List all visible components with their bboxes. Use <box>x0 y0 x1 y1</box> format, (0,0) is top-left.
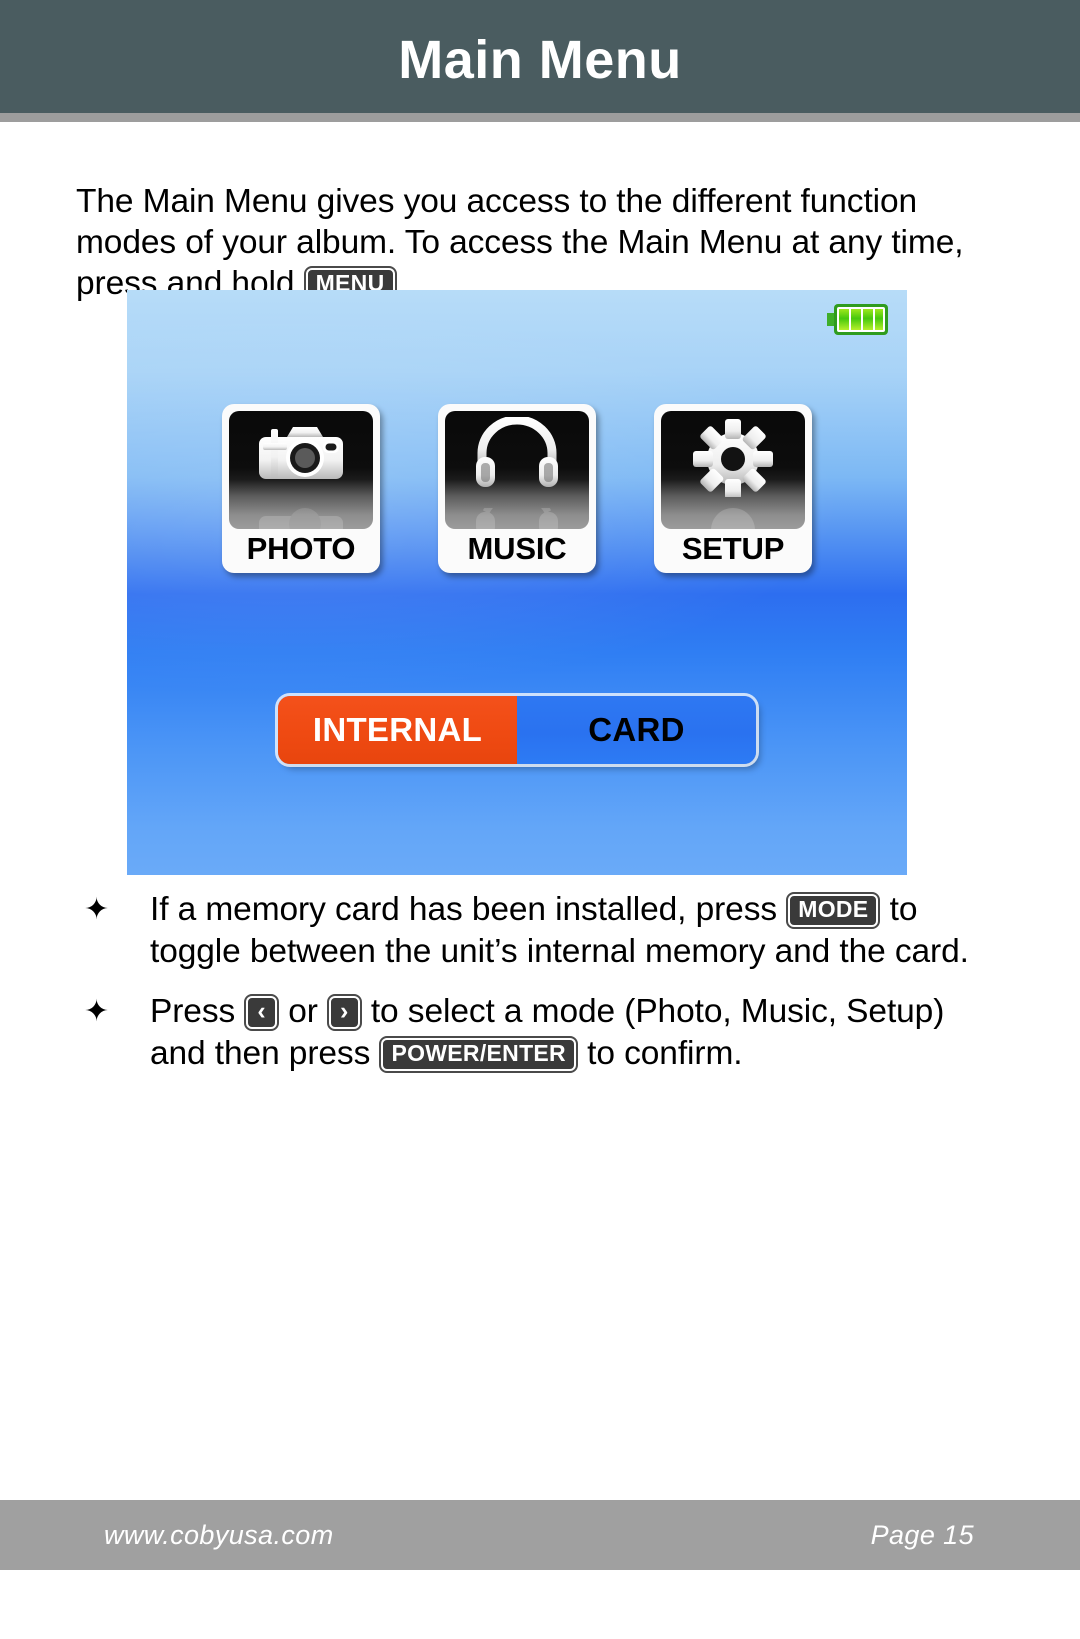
setup-tile-artwork <box>661 411 805 529</box>
header-divider <box>0 113 1080 122</box>
gear-icon <box>691 417 775 502</box>
bullet1-text-a: If a memory card has been installed, pre… <box>150 891 787 928</box>
bullet-star-icon: ✦ <box>84 995 110 1028</box>
bullet2-text-b: or <box>278 993 327 1030</box>
instruction-list: ✦ If a memory card has been installed, p… <box>76 889 976 1093</box>
intro-paragraph: The Main Menu gives you access to the di… <box>76 181 966 304</box>
key-badge-left-arrow: ‹ <box>244 994 279 1031</box>
page-title: Main Menu <box>398 29 682 90</box>
mode-tile-setup[interactable]: SETUP <box>654 404 812 573</box>
storage-source-toggle[interactable]: INTERNAL CARD <box>278 696 756 764</box>
headphones-icon <box>472 415 562 496</box>
camera-icon <box>253 417 349 494</box>
bullet2-text-d: to confirm. <box>577 1035 743 1072</box>
intro-text-part1: The Main Menu gives you access to the di… <box>76 182 964 302</box>
list-item-text: Press ‹ or › to select a mode (Photo, Mu… <box>150 991 976 1075</box>
list-item: ✦ Press ‹ or › to select a mode (Photo, … <box>76 991 976 1075</box>
footer-website: www.cobyusa.com <box>104 1519 334 1550</box>
key-badge-power-enter: POWER/ENTER <box>379 1036 578 1073</box>
mode-tile-label-photo: PHOTO <box>246 531 356 566</box>
page-header: Main Menu <box>0 0 1080 113</box>
gear-icon-reflection <box>691 503 775 529</box>
page-footer: www.cobyusa.com Page 15 <box>0 1500 1080 1570</box>
key-badge-right-arrow: › <box>327 994 362 1031</box>
list-item-text: If a memory card has been installed, pre… <box>150 889 976 973</box>
footer-page-number: Page 15 <box>870 1519 974 1550</box>
mode-tile-music[interactable]: MUSIC <box>438 404 596 573</box>
mode-tile-photo[interactable]: PHOTO <box>222 404 380 573</box>
toggle-option-internal[interactable]: INTERNAL <box>278 696 517 764</box>
photo-tile-artwork <box>229 411 373 529</box>
battery-full-icon <box>827 303 889 336</box>
list-item: ✦ If a memory card has been installed, p… <box>76 889 976 973</box>
key-badge-mode: MODE <box>786 892 881 929</box>
mode-tile-row: PHOTO MUSIC SETUP <box>127 404 907 573</box>
mode-tile-label-setup: SETUP <box>681 531 785 566</box>
toggle-option-card[interactable]: CARD <box>517 696 756 764</box>
bullet2-text-a: Press <box>150 993 245 1030</box>
camera-icon-reflection <box>253 503 349 529</box>
device-screen-screenshot: PHOTO MUSIC SETUP INTERNAL CARD <box>127 290 907 875</box>
mode-tile-label-music: MUSIC <box>467 531 567 566</box>
music-tile-artwork <box>445 411 589 529</box>
bullet-star-icon: ✦ <box>84 893 110 926</box>
headphones-icon-reflection <box>472 490 562 529</box>
